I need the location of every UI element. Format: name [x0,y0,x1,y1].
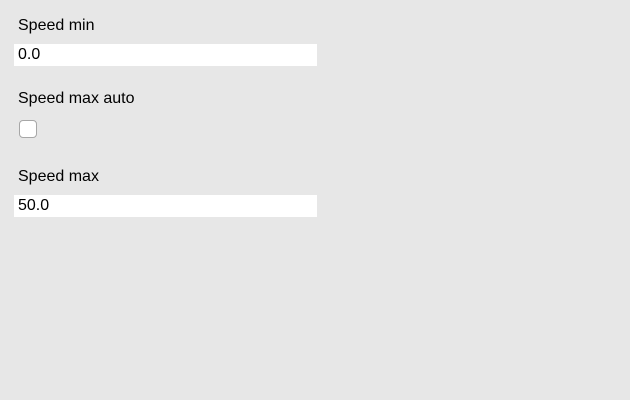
settings-panel: Speed min Speed max auto Speed max [0,0,630,400]
speed-min-label: Speed min [18,17,95,34]
speed-max-auto-label: Speed max auto [18,90,135,107]
speed-max-input[interactable] [14,195,317,217]
speed-min-input[interactable] [14,44,317,66]
speed-max-auto-checkbox[interactable] [19,120,37,138]
speed-max-label: Speed max [18,168,99,185]
